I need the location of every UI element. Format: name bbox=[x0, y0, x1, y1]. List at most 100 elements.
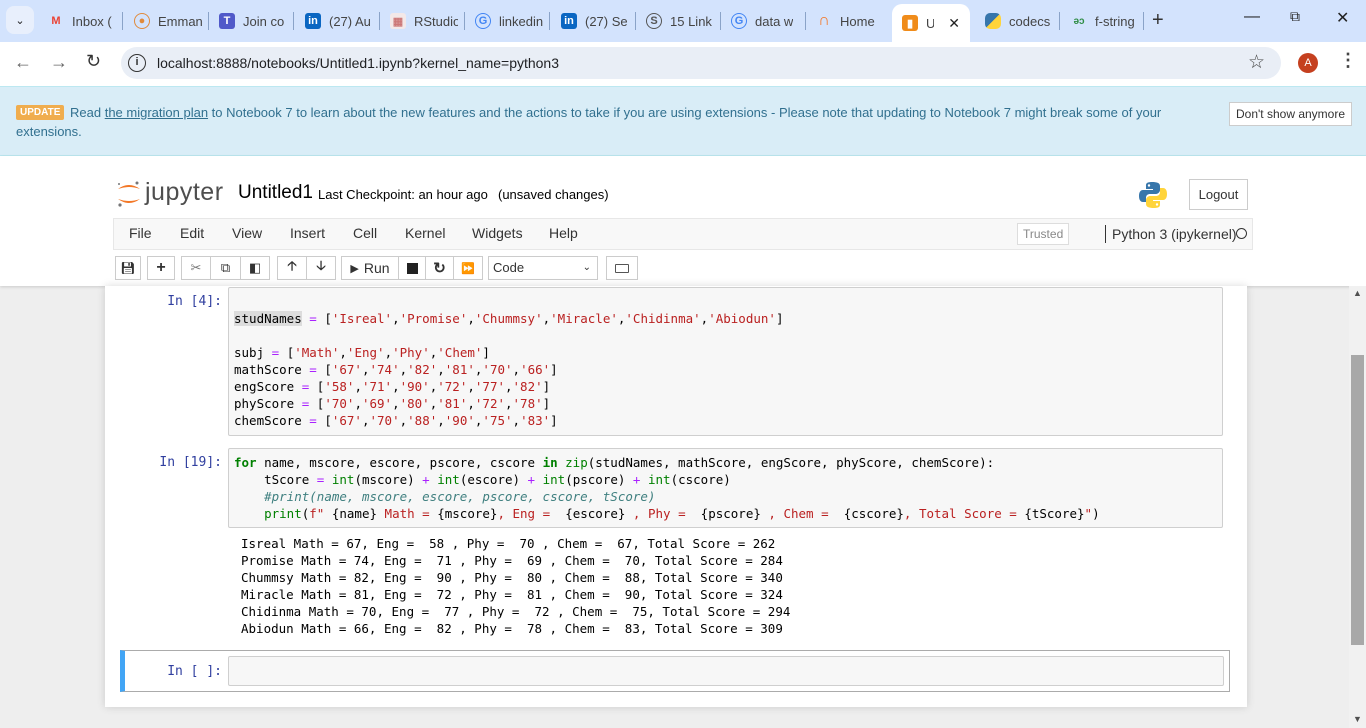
google-icon: G bbox=[475, 13, 491, 29]
back-icon[interactable]: ← bbox=[14, 52, 32, 73]
move-down-button[interactable]: 🡣 bbox=[306, 256, 336, 280]
tab-search-button[interactable]: ⌄ bbox=[6, 6, 34, 34]
menu-file[interactable]: File bbox=[129, 225, 152, 241]
menu-help[interactable]: Help bbox=[549, 225, 578, 241]
restart-run-all-button[interactable]: ⏩ bbox=[453, 256, 483, 280]
last-checkpoint: Last Checkpoint: an hour ago bbox=[318, 187, 488, 202]
cell-type-select[interactable]: Code ⌄ bbox=[488, 256, 598, 280]
scroll-up-icon[interactable]: ▲ bbox=[1353, 288, 1362, 298]
forward-icon[interactable]: → bbox=[50, 52, 68, 73]
banner-message: Read the migration plan to Notebook 7 to… bbox=[16, 105, 1162, 139]
browser-tab[interactable]: in (27) Au bbox=[305, 4, 371, 38]
tab-separator bbox=[464, 12, 465, 30]
browser-menu-icon[interactable]: ⋮ bbox=[1339, 50, 1357, 71]
tab-separator bbox=[379, 12, 380, 30]
play-icon: ▶ bbox=[350, 262, 359, 275]
empty-code-cell-input[interactable] bbox=[228, 656, 1224, 686]
arrow-up-icon: 🡡 bbox=[287, 258, 297, 273]
code-text[interactable]: studNames = ['Isreal','Promise','Chummsy… bbox=[234, 310, 783, 429]
plus-icon: + bbox=[156, 259, 166, 276]
menu-widgets[interactable]: Widgets bbox=[472, 225, 523, 241]
jupyter-icon: ∩ bbox=[818, 12, 830, 29]
browser-tab-active[interactable]: ▮ Un ✕ bbox=[892, 4, 970, 42]
paste-button[interactable]: ◧ bbox=[240, 256, 270, 280]
jupyter-logo-text[interactable]: jupyter bbox=[145, 178, 224, 207]
logout-button[interactable]: Logout bbox=[1189, 179, 1248, 210]
code-text[interactable]: for name, mscore, escore, pscore, cscore… bbox=[234, 454, 1100, 522]
menu-view[interactable]: View bbox=[232, 225, 262, 241]
restart-button[interactable]: ↻ bbox=[425, 256, 454, 280]
tab-separator bbox=[293, 12, 294, 30]
browser-tab[interactable]: codecs bbox=[985, 4, 1050, 38]
fast-forward-icon: ⏩ bbox=[461, 262, 475, 275]
browser-tab[interactable]: M Inbox ( bbox=[48, 4, 111, 38]
migration-plan-link[interactable]: the migration plan bbox=[105, 105, 208, 120]
restart-icon: ↻ bbox=[433, 260, 446, 277]
browser-tab[interactable]: G linkedin bbox=[475, 4, 543, 38]
profile-avatar[interactable]: A bbox=[1298, 53, 1318, 73]
insert-cell-button[interactable]: + bbox=[147, 256, 175, 280]
unsaved-changes-status: (unsaved changes) bbox=[498, 187, 609, 202]
close-tab-icon[interactable]: ✕ bbox=[948, 15, 960, 32]
bookmark-star-icon[interactable]: ☆ bbox=[1248, 51, 1265, 74]
arrow-down-icon: 🡣 bbox=[316, 258, 326, 273]
move-up-button[interactable]: 🡡 bbox=[277, 256, 307, 280]
dont-show-anymore-button[interactable]: Don't show anymore bbox=[1229, 102, 1353, 126]
linkedin-icon: in bbox=[561, 13, 577, 29]
interrupt-button[interactable] bbox=[398, 256, 426, 280]
geeksforgeeks-icon: əɔ bbox=[1073, 15, 1085, 27]
copy-button[interactable]: ⧉ bbox=[210, 256, 241, 280]
scissors-icon: ✂ bbox=[190, 260, 202, 275]
tab-separator bbox=[1143, 12, 1144, 30]
trusted-indicator[interactable]: Trusted bbox=[1017, 223, 1070, 245]
site-icon: S bbox=[646, 13, 662, 29]
output-line: Abiodun Math = 66, Eng = 82 , Phy = 78 ,… bbox=[241, 621, 783, 636]
cell-prompt: In [19]: bbox=[159, 455, 222, 470]
profile-site-icon: ● bbox=[134, 13, 150, 29]
browser-tab[interactable]: T Join co bbox=[219, 4, 284, 38]
cell-prompt: In [ ]: bbox=[167, 664, 222, 679]
cell-prompt: In [4]: bbox=[167, 294, 222, 309]
paste-icon: ◧ bbox=[248, 260, 262, 275]
scrollbar-thumb[interactable] bbox=[1351, 355, 1364, 645]
output-line: Chummsy Math = 82, Eng = 90 , Phy = 80 ,… bbox=[241, 570, 783, 585]
browser-tab[interactable]: S 15 Link bbox=[646, 4, 712, 38]
browser-tab[interactable]: G data w bbox=[731, 4, 793, 38]
tab-separator bbox=[549, 12, 550, 30]
gmail-icon: M bbox=[51, 15, 61, 27]
scroll-down-icon[interactable]: ▼ bbox=[1353, 714, 1362, 724]
cut-button[interactable]: ✂ bbox=[181, 256, 211, 280]
browser-tab[interactable]: in (27) Se bbox=[561, 4, 628, 38]
save-button[interactable]: 💾︎ bbox=[115, 256, 141, 280]
site-info-icon[interactable]: i bbox=[128, 54, 146, 72]
rstudio-icon: ▦ bbox=[390, 13, 406, 29]
kernel-name[interactable]: Python 3 (ipykernel) bbox=[1112, 226, 1237, 242]
menu-edit[interactable]: Edit bbox=[180, 225, 204, 241]
menu-insert[interactable]: Insert bbox=[290, 225, 325, 241]
keyboard-icon bbox=[615, 263, 629, 273]
run-button[interactable]: ▶ Run bbox=[341, 256, 399, 280]
restore-icon[interactable]: ⧉ bbox=[1290, 8, 1300, 25]
command-palette-button[interactable] bbox=[606, 256, 638, 280]
menu-kernel[interactable]: Kernel bbox=[405, 225, 445, 241]
kernel-separator bbox=[1105, 225, 1106, 243]
url-text[interactable]: localhost:8888/notebooks/Untitled1.ipynb… bbox=[157, 55, 559, 71]
browser-tab[interactable]: ∩ Home bbox=[816, 4, 874, 38]
new-tab-icon[interactable]: + bbox=[1152, 9, 1164, 32]
browser-tab[interactable]: ▦ RStudio bbox=[390, 4, 458, 38]
output-line: Miracle Math = 81, Eng = 72 , Phy = 81 ,… bbox=[241, 587, 783, 602]
browser-tab[interactable]: əɔ f-string bbox=[1071, 4, 1134, 38]
jupyter-logo-icon[interactable] bbox=[116, 179, 142, 214]
tab-separator bbox=[1059, 12, 1060, 30]
chevron-down-icon: ⌄ bbox=[582, 262, 591, 273]
menu-bar bbox=[113, 218, 1253, 250]
notebook-title[interactable]: Untitled1 bbox=[238, 182, 313, 204]
tab-separator bbox=[805, 12, 806, 30]
stop-icon bbox=[406, 262, 418, 274]
minimize-icon[interactable]: — bbox=[1244, 8, 1260, 26]
browser-tab[interactable]: ● Emman bbox=[134, 4, 202, 38]
close-window-icon[interactable]: ✕ bbox=[1336, 8, 1349, 28]
reload-icon[interactable]: ↻ bbox=[86, 51, 101, 72]
menu-cell[interactable]: Cell bbox=[353, 225, 377, 241]
output-line: Isreal Math = 67, Eng = 58 , Phy = 70 , … bbox=[241, 536, 776, 551]
